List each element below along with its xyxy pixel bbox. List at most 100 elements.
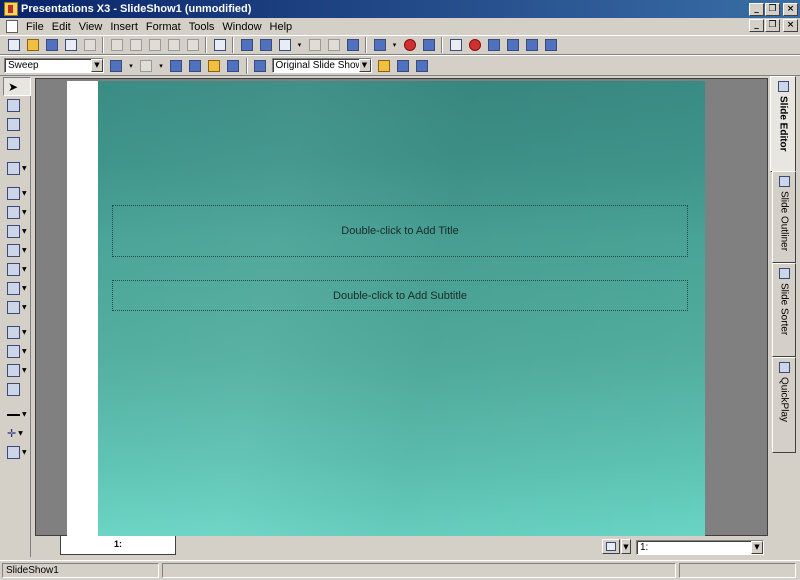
title-bar: Presentations X3 - SlideShow1 (unmodifie… [0, 0, 800, 18]
line-style-tool[interactable]: ▼ [3, 405, 31, 424]
arrow-shape-icon [7, 225, 20, 238]
new-icon[interactable] [6, 37, 22, 53]
undo-icon[interactable] [166, 37, 182, 53]
line-color-tool[interactable]: ▼ [3, 443, 31, 462]
save-icon[interactable] [44, 37, 60, 53]
paste-icon[interactable] [147, 37, 163, 53]
line-tool[interactable]: ▼ [3, 184, 31, 203]
insert-object-icon[interactable] [239, 37, 255, 53]
slide-tab[interactable]: 1: [60, 536, 176, 555]
chevron-down-icon[interactable]: ▼ [751, 541, 763, 554]
redo-icon[interactable] [185, 37, 201, 53]
line-width-tool[interactable]: ✛ ▼ [3, 424, 31, 443]
clipart-icon[interactable] [212, 37, 228, 53]
background-dropdown-icon[interactable]: ▾ [296, 37, 304, 53]
action-button-tool[interactable]: ▼ [3, 298, 31, 317]
zoom-icon[interactable] [372, 37, 388, 53]
text-tool[interactable]: ▼ [3, 159, 31, 178]
show-on-the-go-icon[interactable] [505, 37, 521, 53]
internet-publish-icon[interactable] [524, 37, 540, 53]
slide-type-icon[interactable] [602, 539, 620, 554]
chevron-down-icon[interactable]: ▼ [358, 59, 371, 72]
cut-icon[interactable] [109, 37, 125, 53]
transition-select[interactable]: Sweep ▼ [4, 58, 104, 73]
background-icon[interactable] [277, 37, 293, 53]
doc-close-button[interactable]: × [783, 19, 798, 32]
slideshow-select[interactable]: Original Slide Show ▼ [271, 58, 372, 73]
close-button[interactable]: × [783, 2, 798, 16]
menu-view[interactable]: View [75, 21, 107, 33]
gradient-tool[interactable] [3, 380, 31, 399]
arrow-shape-tool[interactable]: ▼ [3, 222, 31, 241]
menu-edit[interactable]: Edit [48, 21, 75, 33]
flowchart-icon [7, 244, 20, 257]
rectangle-tool[interactable]: ▼ [3, 203, 31, 222]
zoom-dropdown-icon[interactable]: ▾ [391, 37, 399, 53]
play-show-icon[interactable] [252, 58, 268, 74]
chart-tool[interactable] [3, 96, 31, 115]
title-placeholder[interactable]: Double-click to Add Title [112, 205, 688, 257]
doc-minimize-button[interactable]: _ [749, 19, 764, 32]
flowchart-tool[interactable]: ▼ [3, 241, 31, 260]
tab-slide-editor[interactable]: Slide Editor [770, 76, 796, 172]
hyperlink-icon[interactable] [307, 37, 323, 53]
menu-window[interactable]: Window [218, 21, 265, 33]
restore-button[interactable]: ❐ [765, 2, 780, 16]
new-slide-icon[interactable] [376, 58, 392, 74]
skip-slide-icon[interactable] [225, 58, 241, 74]
tab-slide-sorter[interactable]: Slide Sorter [772, 263, 796, 357]
doc-restore-button[interactable]: ❐ [765, 19, 780, 32]
tab-slide-outliner[interactable]: Slide Outliner [772, 171, 796, 263]
menu-file[interactable]: File [22, 21, 48, 33]
menu-tools[interactable]: Tools [185, 21, 219, 33]
print-to-icon[interactable] [486, 37, 502, 53]
callout-tool[interactable]: ▼ [3, 279, 31, 298]
foreground-fill-tool[interactable]: ▼ [3, 342, 31, 361]
slide-navigator-select[interactable]: 1: ▼ [636, 540, 764, 555]
publish-icon[interactable] [63, 37, 79, 53]
menu-help[interactable]: Help [266, 21, 297, 33]
menu-bar: File Edit View Insert Format Tools Windo… [0, 18, 800, 35]
numbering-icon[interactable] [187, 58, 203, 74]
reference-center-icon[interactable] [402, 37, 418, 53]
fill-bucket-icon [7, 364, 20, 377]
link-icon[interactable] [326, 37, 342, 53]
menu-format[interactable]: Format [142, 21, 185, 33]
chevron-down-icon[interactable]: ▼ [91, 59, 103, 72]
display-sequence-icon[interactable] [168, 58, 184, 74]
menu-insert[interactable]: Insert [106, 21, 142, 33]
presentations-app-icon[interactable] [4, 2, 18, 16]
select-tool[interactable]: ➤ [3, 77, 31, 96]
chevron-down-icon: ▼ [22, 348, 27, 355]
chevron-down-icon[interactable]: ▼ [621, 539, 631, 554]
bitmap-tool[interactable] [3, 134, 31, 153]
sound-dropdown-icon[interactable]: ▾ [157, 58, 165, 74]
layout-gallery-icon[interactable] [414, 58, 430, 74]
line-width-icon: ✛ [7, 427, 17, 440]
document-icon[interactable] [6, 20, 18, 33]
open-icon[interactable] [25, 37, 41, 53]
transition-direction-icon[interactable] [108, 58, 124, 74]
help-asterisk-icon[interactable] [421, 37, 437, 53]
speed-icon[interactable] [206, 58, 222, 74]
star-tool[interactable]: ▼ [3, 260, 31, 279]
context-help-icon[interactable] [543, 37, 559, 53]
copy-icon[interactable] [128, 37, 144, 53]
speaker-notes-icon[interactable] [345, 37, 361, 53]
background-fill-tool[interactable]: ▼ [3, 361, 31, 380]
slide-canvas[interactable]: Double-click to Add Title Double-click t… [98, 81, 705, 536]
sound-icon[interactable] [138, 58, 154, 74]
transition-direction-dropdown-icon[interactable]: ▾ [127, 58, 135, 74]
print-icon[interactable] [82, 37, 98, 53]
fill-pattern-tool[interactable]: ▼ [3, 323, 31, 342]
layout-grid-icon[interactable] [258, 37, 274, 53]
tab-quickplay[interactable]: QuickPlay [772, 357, 796, 453]
minimize-button[interactable]: _ [749, 2, 764, 16]
master-gallery-icon[interactable] [395, 58, 411, 74]
chevron-down-icon: ▼ [22, 266, 27, 273]
pdf-icon[interactable] [467, 37, 483, 53]
org-chart-tool[interactable] [3, 115, 31, 134]
subtitle-placeholder[interactable]: Double-click to Add Subtitle [112, 280, 688, 311]
perfectexpert-icon[interactable] [448, 37, 464, 53]
chevron-down-icon: ▼ [22, 449, 27, 456]
